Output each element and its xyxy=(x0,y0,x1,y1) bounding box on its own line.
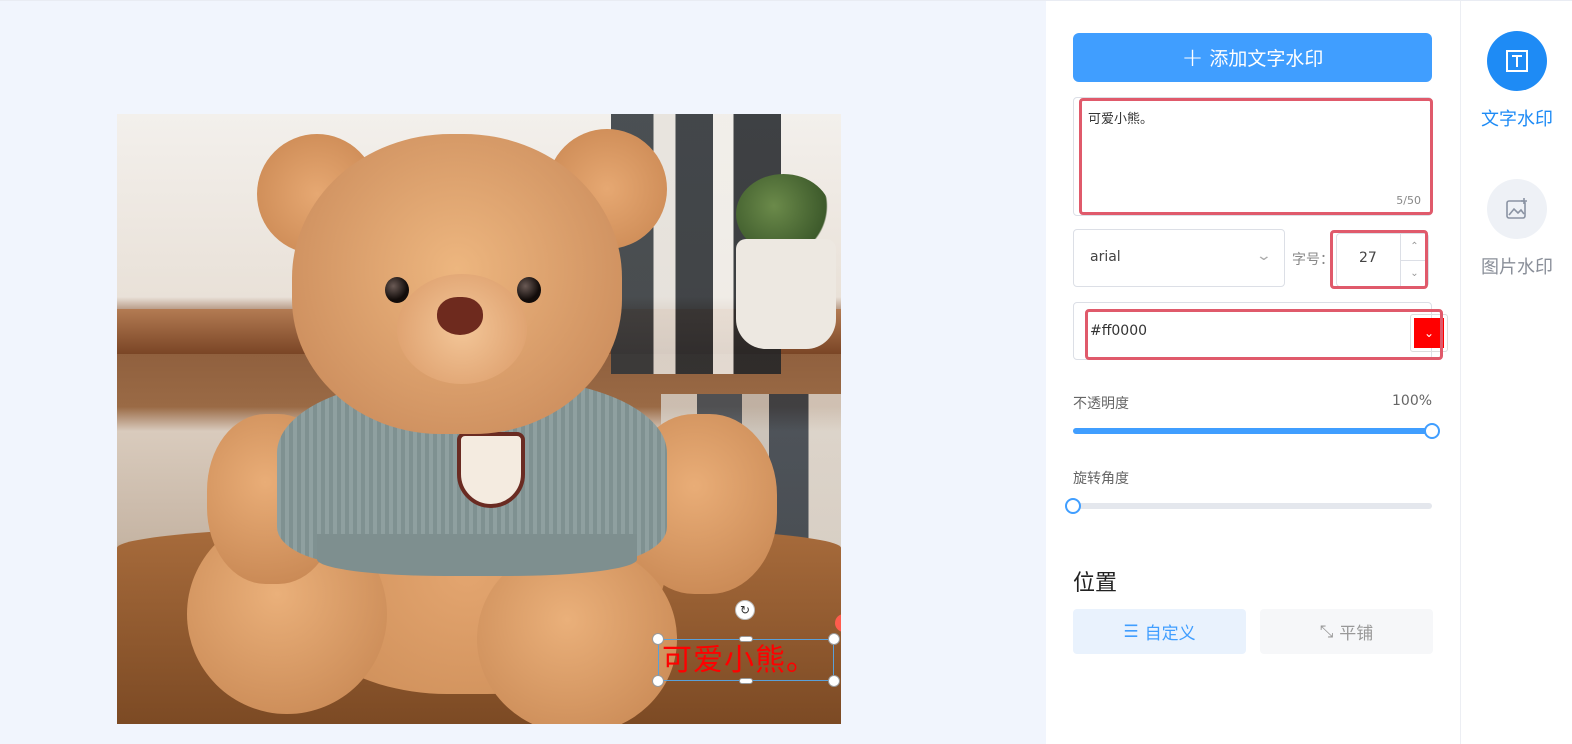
rotate-icon[interactable]: ↻ xyxy=(735,600,755,620)
text-watermark-icon xyxy=(1487,31,1547,91)
custom-position-label: 自定义 xyxy=(1144,624,1196,644)
photo-bg xyxy=(736,239,836,349)
resize-handle[interactable] xyxy=(652,633,664,645)
resize-handle[interactable] xyxy=(652,675,664,687)
add-button-label: 添加文字水印 xyxy=(1209,48,1324,70)
opacity-slider[interactable] xyxy=(1073,423,1440,439)
rotation-label: 旋转角度 xyxy=(1073,471,1129,487)
expand-icon: ⤡ xyxy=(1319,621,1334,642)
image-watermark-icon xyxy=(1487,179,1547,239)
opacity-slider-knob[interactable] xyxy=(1424,423,1440,439)
plus-icon: + xyxy=(1181,42,1204,73)
resize-handle[interactable] xyxy=(739,636,753,642)
resize-handle[interactable] xyxy=(828,633,840,645)
bear-part xyxy=(385,277,409,303)
position-title: 位置 xyxy=(1073,571,1118,596)
bear-part xyxy=(457,432,525,508)
highlight-box xyxy=(1085,309,1443,360)
side-nav: 文字水印 图片水印 xyxy=(1460,0,1572,744)
nav-text-watermark[interactable]: 文字水印 xyxy=(1461,31,1572,131)
nav-label: 图片水印 xyxy=(1481,257,1553,278)
bear-part xyxy=(317,534,637,576)
font-size-label: 字号： xyxy=(1292,252,1334,268)
rotation-slider[interactable] xyxy=(1065,498,1432,514)
rotation-slider-knob[interactable] xyxy=(1065,498,1081,514)
preview-image: ↻ 可爱小熊。 xyxy=(117,114,841,724)
font-select-value: arial xyxy=(1090,249,1121,265)
font-select[interactable]: arial ⌄ xyxy=(1073,229,1285,287)
opacity-slider-fill xyxy=(1073,428,1432,434)
canvas-area: ↻ 可爱小熊。 xyxy=(0,0,1046,744)
custom-position-button[interactable]: ☰ 自定义 xyxy=(1073,609,1246,654)
watermark-selection-box[interactable]: 可爱小熊。 xyxy=(658,639,834,681)
resize-handle[interactable] xyxy=(739,678,753,684)
highlight-box xyxy=(1079,98,1433,215)
nav-image-watermark[interactable]: 图片水印 xyxy=(1461,179,1572,279)
opacity-value: 100% xyxy=(1392,393,1433,409)
nav-label: 文字水印 xyxy=(1481,109,1553,130)
add-text-watermark-button[interactable]: + 添加文字水印 xyxy=(1073,33,1432,82)
opacity-label: 不透明度 xyxy=(1073,396,1129,412)
tile-position-label: 平铺 xyxy=(1339,624,1374,644)
highlight-box xyxy=(1330,230,1428,289)
tile-position-button[interactable]: ⤡ 平铺 xyxy=(1260,609,1433,654)
resize-handle[interactable] xyxy=(828,675,840,687)
bear-part xyxy=(517,277,541,303)
watermark-text[interactable]: 可爱小熊。 xyxy=(662,640,817,682)
chevron-down-icon: ⌄ xyxy=(1255,248,1273,264)
list-icon: ☰ xyxy=(1123,621,1139,642)
bear-part xyxy=(437,297,483,335)
settings-panel: + 添加文字水印 可爱小熊。 5/50 arial ⌄ 字号： 27 ⌃ ⌄ #… xyxy=(1046,0,1460,744)
